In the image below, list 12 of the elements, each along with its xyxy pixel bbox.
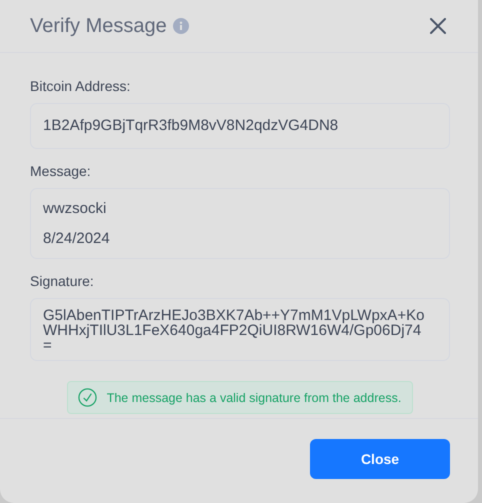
field-label: Message: (30, 163, 92, 179)
info-icon (172, 18, 189, 34)
check-circle-icon (78, 388, 97, 407)
close-button[interactable]: Close (310, 439, 450, 479)
field-label: Signature: (30, 273, 95, 289)
alert-text: The message has a valid signature from the address. (106, 390, 402, 404)
input-field[interactable]: wwzsocki 8/24/2024 (30, 188, 450, 259)
input-field[interactable]: 1B2Afp9GBjTqrR3fb9M8vV8N2qdzVG4DN8 (30, 103, 450, 149)
close-icon[interactable] (430, 18, 446, 34)
input-field[interactable]: G5lAbenTIPTrArzHEJo3BXK7Ab++Y7mM1VpLWpxA+KoWHHxjTIlU3L1FeX640ga4FP2QiUI8RW16W4/Gp06Dj74= (30, 298, 450, 361)
field-label: Bitcoin Address: (30, 78, 132, 94)
dialog-title: Verify Message (30, 14, 167, 38)
